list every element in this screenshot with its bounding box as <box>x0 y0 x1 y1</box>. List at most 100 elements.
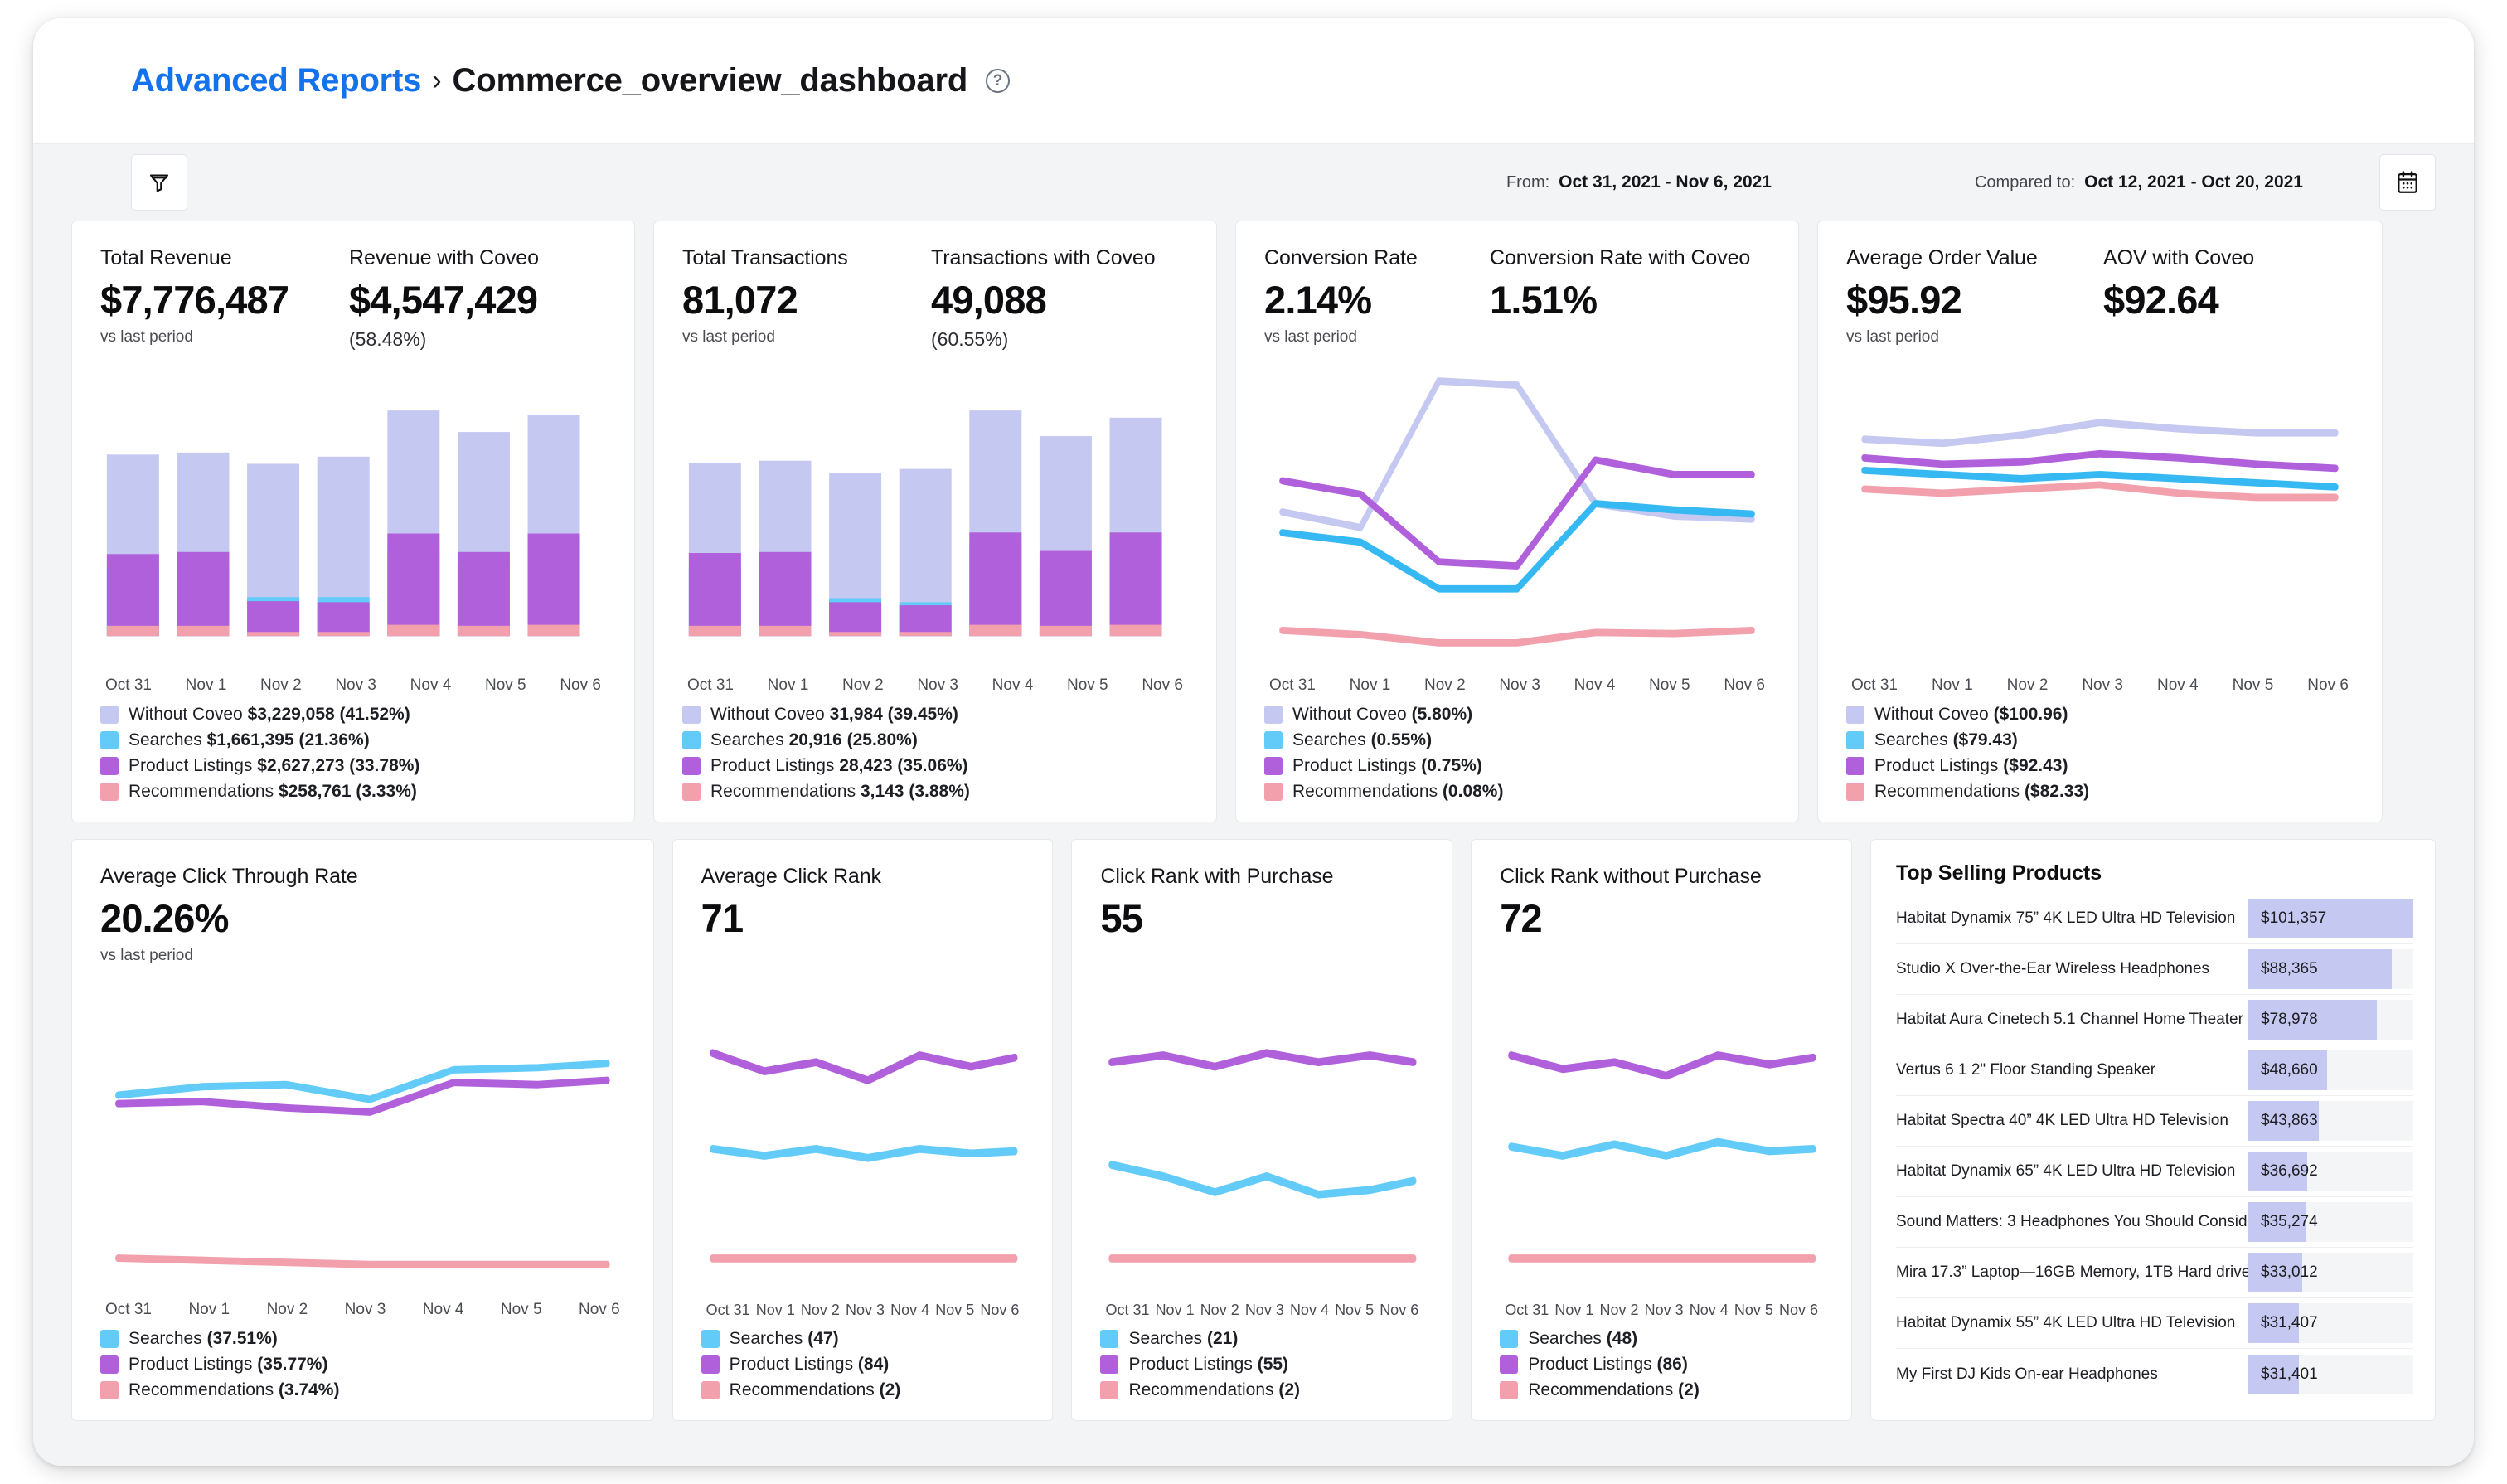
legend-label: Searches (21) <box>1128 1329 1238 1349</box>
table-row[interactable]: Vertus 6 1 2" Floor Standing Speaker $48… <box>1896 1045 2413 1096</box>
legend-label: Searches (37.51%) <box>129 1329 278 1349</box>
legend-item[interactable]: Product Listings (55) <box>1100 1355 1423 1375</box>
legend-item[interactable]: Product Listings ($92.43) <box>1846 756 2354 776</box>
kpi-subtext: vs last period <box>682 328 931 347</box>
kpi-subtext: (58.48%) <box>349 328 539 351</box>
legend-item[interactable]: Recommendations (2) <box>1500 1380 1823 1400</box>
revenue-bar: $101,357 <box>2248 899 2413 938</box>
kpi-value: 55 <box>1100 895 1423 941</box>
legend-label: Recommendations ($82.33) <box>1874 782 2089 802</box>
legend-label: Recommendations (3.74%) <box>129 1380 339 1400</box>
legend-swatch-product-listings <box>1500 1355 1518 1374</box>
kpi-value: 49,088 <box>931 277 1156 323</box>
legend-item[interactable]: Recommendations (2) <box>701 1380 1025 1400</box>
legend-item[interactable]: Product Listings (35.77%) <box>100 1355 625 1375</box>
legend-item[interactable]: Product Listings (84) <box>701 1355 1025 1375</box>
dashboard-body: Total Revenue $7,776,487 vs last period … <box>33 221 2474 1466</box>
legend-item[interactable]: Product Listings (0.75%) <box>1264 756 1770 776</box>
kpi-value: $92.64 <box>2103 277 2254 323</box>
kpi-total-transactions: Total Transactions 81,072 vs last period <box>682 246 931 351</box>
table-row[interactable]: Habitat Dynamix 65” 4K LED Ultra HD Tele… <box>1896 1147 2413 1197</box>
dashboard-window: Advanced Reports › Commerce_overview_das… <box>33 18 2474 1466</box>
revenue-bar: $48,660 <box>2248 1050 2413 1090</box>
kpi-value: $7,776,487 <box>100 277 349 323</box>
card-average-order-value: Average Order Value $95.92 vs last perio… <box>1817 221 2383 822</box>
legend-item[interactable]: Recommendations ($82.33) <box>1846 782 2354 802</box>
product-name: Sound Matters: 3 Headphones You Should C… <box>1896 1213 2248 1231</box>
table-row[interactable]: Habitat Dynamix 55” 4K LED Ultra HD Tele… <box>1896 1298 2413 1349</box>
table-row[interactable]: Sound Matters: 3 Headphones You Should C… <box>1896 1197 2413 1248</box>
filter-button[interactable] <box>131 154 187 211</box>
x-tick: Nov 2 <box>1599 1302 1638 1319</box>
breadcrumb: Advanced Reports › Commerce_overview_das… <box>131 62 1010 99</box>
product-name: Studio X Over-the-Ear Wireless Headphone… <box>1896 960 2248 978</box>
x-tick: Nov 1 <box>768 677 809 695</box>
legend-item[interactable]: Searches $1,661,395 (21.36%) <box>100 730 606 750</box>
kpi-value: 2.14% <box>1264 277 1490 323</box>
chart-legend: Without Coveo (5.80%) Searches (0.55%) P… <box>1264 705 1770 802</box>
legend-label: Searches (0.55%) <box>1292 730 1432 750</box>
legend-swatch-without-coveo <box>682 706 701 724</box>
legend-item[interactable]: Product Listings $2,627,273 (33.78%) <box>100 756 606 776</box>
chart-legend: Without Coveo $3,229,058 (41.52%) Search… <box>100 705 606 802</box>
legend-item[interactable]: Searches (37.51%) <box>100 1329 625 1349</box>
x-tick: Nov 6 <box>1779 1302 1818 1319</box>
table-row[interactable]: Habitat Spectra 40” 4K LED Ultra HD Tele… <box>1896 1096 2413 1147</box>
legend-label: Product Listings (0.75%) <box>1292 756 1482 776</box>
card-click-rank-with-purchase: Click Rank with Purchase 55 Oct 31 Nov 1… <box>1071 839 1452 1421</box>
revenue-value: $101,357 <box>2248 909 2326 928</box>
revenue-value: $78,978 <box>2248 1011 2318 1029</box>
legend-item[interactable]: Searches (0.55%) <box>1264 730 1770 750</box>
x-tick: Nov 6 <box>2307 677 2349 695</box>
x-tick: Nov 2 <box>1424 677 1466 695</box>
table-row[interactable]: Mira 17.3” Laptop—16GB Memory, 1TB Hard … <box>1896 1248 2413 1298</box>
x-tick: Nov 5 <box>1067 677 1108 695</box>
x-tick: Nov 1 <box>188 1301 230 1319</box>
legend-item[interactable]: Without Coveo 31,984 (39.45%) <box>682 705 1188 725</box>
x-tick: Nov 3 <box>2082 677 2123 695</box>
legend-label: Without Coveo 31,984 (39.45%) <box>710 705 958 725</box>
legend-item[interactable]: Product Listings 28,423 (35.06%) <box>682 756 1188 776</box>
filter-funnel-icon <box>147 170 172 195</box>
kpi-value: 20.26% <box>100 895 625 941</box>
legend-item[interactable]: Searches (48) <box>1500 1329 1823 1349</box>
date-range-compared[interactable]: Compared to: Oct 12, 2021 - Oct 20, 2021 <box>1975 172 2303 192</box>
legend-label: Product Listings ($92.43) <box>1874 756 2068 776</box>
legend-item[interactable]: Product Listings (86) <box>1500 1355 1823 1375</box>
legend-item[interactable]: Without Coveo ($100.96) <box>1846 705 2354 725</box>
legend-label: Without Coveo (5.80%) <box>1292 705 1472 725</box>
revenue-bar: $43,863 <box>2248 1101 2413 1141</box>
table-row[interactable]: My First DJ Kids On-ear Headphones $31,4… <box>1896 1349 2413 1399</box>
legend-item[interactable]: Searches (21) <box>1100 1329 1423 1349</box>
legend-item[interactable]: Recommendations $258,761 (3.33%) <box>100 782 606 802</box>
legend-label: Recommendations (0.08%) <box>1292 782 1503 802</box>
breadcrumb-link-advanced-reports[interactable]: Advanced Reports <box>131 62 421 99</box>
product-name: Habitat Dynamix 75” 4K LED Ultra HD Tele… <box>1896 909 2248 928</box>
legend-swatch-product-listings <box>682 757 701 775</box>
table-row[interactable]: Studio X Over-the-Ear Wireless Headphone… <box>1896 944 2413 995</box>
legend-item[interactable]: Recommendations (3.74%) <box>100 1380 625 1400</box>
x-axis-labels: Oct 31 Nov 1 Nov 2 Nov 3 Nov 4 Nov 5 Nov… <box>1100 1295 1423 1319</box>
table-row[interactable]: Habitat Dynamix 75” 4K LED Ultra HD Tele… <box>1896 894 2413 944</box>
revenue-bar: $36,692 <box>2248 1152 2413 1191</box>
x-tick: Nov 2 <box>1200 1302 1239 1319</box>
table-row[interactable]: Habitat Aura Cinetech 5.1 Channel Home T… <box>1896 995 2413 1045</box>
date-range-from[interactable]: From: Oct 31, 2021 - Nov 6, 2021 <box>1506 172 1772 192</box>
legend-item[interactable]: Without Coveo $3,229,058 (41.52%) <box>100 705 606 725</box>
legend-label: Searches (47) <box>730 1329 839 1349</box>
legend-item[interactable]: Recommendations (2) <box>1100 1380 1423 1400</box>
kpi-group: Conversion Rate 2.14% vs last period Con… <box>1264 246 1770 347</box>
legend-item[interactable]: Searches ($79.43) <box>1846 730 2354 750</box>
legend-item[interactable]: Without Coveo (5.80%) <box>1264 705 1770 725</box>
legend-item[interactable]: Recommendations (0.08%) <box>1264 782 1770 802</box>
aov-line-chart <box>1846 358 2354 670</box>
card-average-click-rank: Average Click Rank 71 Oct 31 Nov 1 Nov 2… <box>672 839 1054 1421</box>
calendar-button[interactable] <box>2379 154 2436 211</box>
x-tick: Nov 1 <box>1156 1302 1195 1319</box>
legend-item[interactable]: Searches (47) <box>701 1329 1025 1349</box>
x-tick: Nov 2 <box>842 677 884 695</box>
help-icon[interactable]: ? <box>986 69 1010 93</box>
legend-item[interactable]: Searches 20,916 (25.80%) <box>682 730 1188 750</box>
legend-item[interactable]: Recommendations 3,143 (3.88%) <box>682 782 1188 802</box>
x-tick: Oct 31 <box>105 1301 152 1319</box>
